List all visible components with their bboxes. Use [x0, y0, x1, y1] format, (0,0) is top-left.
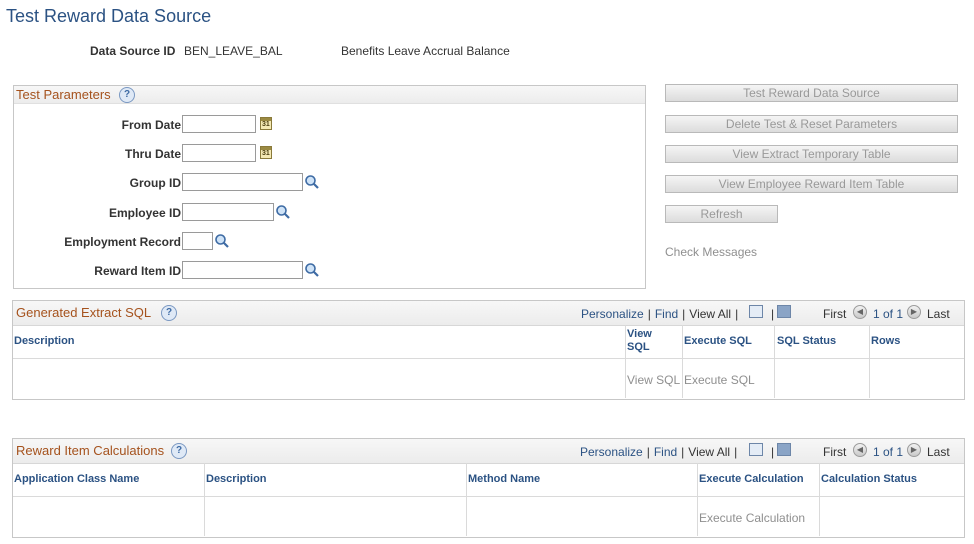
column-divider: [869, 325, 870, 398]
column-divider: [697, 463, 698, 536]
data-source-description: Benefits Leave Accrual Balance: [341, 44, 510, 58]
last-label: Last: [927, 307, 950, 321]
column-divider: [625, 325, 626, 398]
data-source-id-label: Data Source ID: [90, 44, 176, 58]
column-divider: [819, 463, 820, 536]
triangle-left-icon[interactable]: ◀: [853, 305, 867, 319]
test-parameters-title: Test Parameters: [16, 87, 111, 102]
magnifier-icon[interactable]: [275, 204, 291, 220]
from-date-field[interactable]: [182, 115, 256, 133]
delete-test-reset-button[interactable]: Delete Test & Reset Parameters: [665, 115, 958, 133]
reward-calc-header: Reward Item Calculations ? Personalize | F…: [13, 439, 964, 464]
help-icon[interactable]: ?: [171, 443, 187, 459]
check-messages-link[interactable]: Check Messages: [665, 245, 757, 259]
calendar-icon[interactable]: [260, 117, 272, 130]
employee-id-field[interactable]: [182, 203, 274, 221]
employment-record-label: Employment Record: [64, 235, 181, 249]
test-parameters-header: Test Parameters ?: [14, 86, 645, 104]
reward-calc-grid: Reward Item Calculations ? Personalize | F…: [12, 438, 965, 538]
test-reward-data-source-button[interactable]: Test Reward Data Source: [665, 84, 958, 102]
group-id-field[interactable]: [182, 173, 303, 191]
calendar-icon[interactable]: [260, 146, 272, 159]
column-view-sql-line2: SQL: [627, 341, 650, 353]
help-icon[interactable]: ?: [119, 87, 135, 103]
column-view-sql-line1: View: [627, 328, 652, 340]
view-sql-link[interactable]: View SQL: [627, 373, 680, 387]
row-count: 1 of 1: [873, 307, 904, 321]
magnifier-icon[interactable]: [214, 233, 230, 249]
column-execute-calculation[interactable]: Execute Calculation: [699, 473, 804, 485]
column-rows[interactable]: Rows: [871, 335, 900, 347]
view-extract-table-button[interactable]: View Extract Temporary Table: [665, 145, 958, 163]
nav-divider: |: [771, 445, 775, 459]
last-label: Last: [927, 445, 950, 459]
from-date-label: From Date: [121, 118, 181, 132]
view-employee-reward-table-button[interactable]: View Employee Reward Item Table: [665, 175, 958, 193]
page-title: Test Reward Data Source: [6, 6, 212, 26]
find-link[interactable]: Find: [655, 307, 678, 321]
column-description[interactable]: Description: [206, 473, 267, 485]
extract-sql-grid: Generated Extract SQL ? Personalize | Find…: [12, 300, 965, 400]
column-calculation-status[interactable]: Calculation Status: [821, 473, 917, 485]
extract-sql-header: Generated Extract SQL ? Personalize | Find…: [13, 301, 964, 326]
column-sql-status[interactable]: SQL Status: [777, 335, 836, 347]
header-divider: [13, 496, 964, 497]
header-divider: [13, 358, 964, 359]
personalize-link[interactable]: Personalize: [580, 445, 643, 459]
data-source-id-value: BEN_LEAVE_BAL: [184, 44, 283, 58]
triangle-right-icon[interactable]: ▶: [907, 443, 921, 457]
thru-date-label: Thru Date: [124, 147, 181, 161]
column-divider: [682, 325, 683, 398]
download-to-excel-icon[interactable]: [777, 305, 791, 318]
column-description[interactable]: Description: [14, 335, 75, 347]
extract-sql-title: Generated Extract SQL: [16, 305, 152, 320]
column-view-sql[interactable]: View SQL: [627, 328, 652, 354]
nav-divider: |: [771, 307, 775, 321]
first-label: First: [823, 307, 847, 321]
personalize-link[interactable]: Personalize: [581, 307, 644, 321]
help-icon[interactable]: ?: [161, 305, 177, 321]
reward-calc-title: Reward Item Calculations: [16, 443, 165, 458]
view-all-link[interactable]: View All: [688, 445, 730, 459]
employment-record-field[interactable]: [182, 232, 213, 250]
grid-navigation: Personalize | Find | View All |: [581, 307, 739, 321]
magnifier-icon[interactable]: [304, 262, 320, 278]
column-divider: [466, 463, 467, 536]
triangle-right-icon[interactable]: ▶: [907, 305, 921, 319]
column-divider: [204, 463, 205, 536]
reward-item-id-label: Reward Item ID: [94, 264, 181, 278]
reward-item-id-field[interactable]: [182, 261, 303, 279]
column-application-class[interactable]: Application Class Name: [14, 473, 139, 485]
employee-id-label: Employee ID: [108, 206, 181, 220]
zoom-grid-icon[interactable]: [749, 305, 763, 318]
find-link[interactable]: Find: [654, 445, 677, 459]
row-count: 1 of 1: [873, 445, 904, 459]
execute-sql-link[interactable]: Execute SQL: [684, 373, 755, 387]
execute-calculation-link[interactable]: Execute Calculation: [699, 511, 805, 525]
refresh-button[interactable]: Refresh: [665, 205, 778, 223]
view-all-link[interactable]: View All: [689, 307, 731, 321]
zoom-grid-icon[interactable]: [749, 443, 763, 456]
group-id-label: Group ID: [129, 176, 181, 190]
test-parameters-group: Test Parameters ? From Date Thru Date Gr…: [13, 85, 646, 289]
column-method-name[interactable]: Method Name: [468, 473, 540, 485]
triangle-left-icon[interactable]: ◀: [853, 443, 867, 457]
first-label: First: [823, 445, 847, 459]
thru-date-field[interactable]: [182, 144, 256, 162]
column-divider: [774, 325, 775, 398]
magnifier-icon[interactable]: [304, 174, 320, 190]
download-to-excel-icon[interactable]: [777, 443, 791, 456]
grid-navigation: Personalize | Find | View All |: [580, 445, 738, 459]
column-execute-sql[interactable]: Execute SQL: [684, 335, 752, 347]
